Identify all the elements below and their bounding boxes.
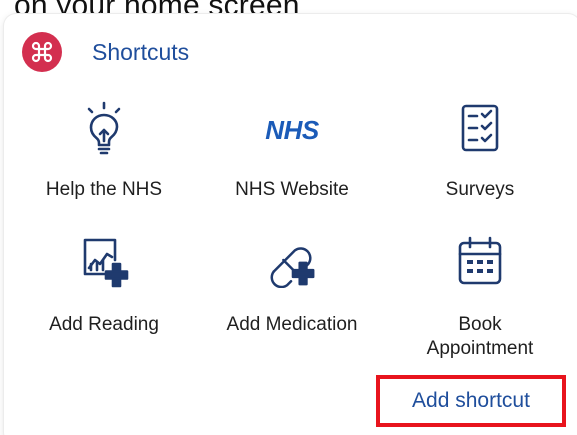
- shortcut-label: Book Appointment: [426, 314, 534, 359]
- shortcut-add-medication[interactable]: Add Medication: [192, 227, 392, 347]
- shortcuts-title: Shortcuts: [92, 38, 190, 65]
- shortcut-nhs-website[interactable]: NHS NHS Website: [192, 92, 392, 202]
- shortcuts-card: Shortcuts Help the NHS NHS NHS Website S…: [4, 14, 577, 435]
- home-screen-section: on your home screen Shortcuts Help the N…: [0, 0, 577, 435]
- add-shortcut-button[interactable]: Add shortcut: [376, 375, 566, 427]
- shortcut-add-reading[interactable]: Add Reading: [4, 227, 204, 347]
- lightbulb-icon: [78, 101, 130, 155]
- shortcuts-header: Shortcuts: [22, 32, 189, 72]
- shortcut-book-appointment[interactable]: Book Appointment: [380, 227, 577, 367]
- command-key-icon: [22, 32, 62, 72]
- nhs-logo-icon: NHS: [265, 114, 319, 145]
- chart-add-icon: [78, 235, 130, 288]
- pill-add-icon: [266, 235, 318, 288]
- checklist-icon: [454, 102, 506, 154]
- shortcut-surveys[interactable]: Surveys: [380, 92, 577, 202]
- shortcut-label: NHS Website: [235, 179, 349, 200]
- shortcut-help-the-nhs[interactable]: Help the NHS: [4, 92, 204, 202]
- shortcut-label: Add Reading: [49, 314, 159, 335]
- shortcut-label: Help the NHS: [45, 179, 163, 200]
- shortcut-label: Add Medication: [226, 314, 358, 335]
- shortcut-label: Surveys: [445, 179, 515, 200]
- calendar-icon: [454, 235, 506, 287]
